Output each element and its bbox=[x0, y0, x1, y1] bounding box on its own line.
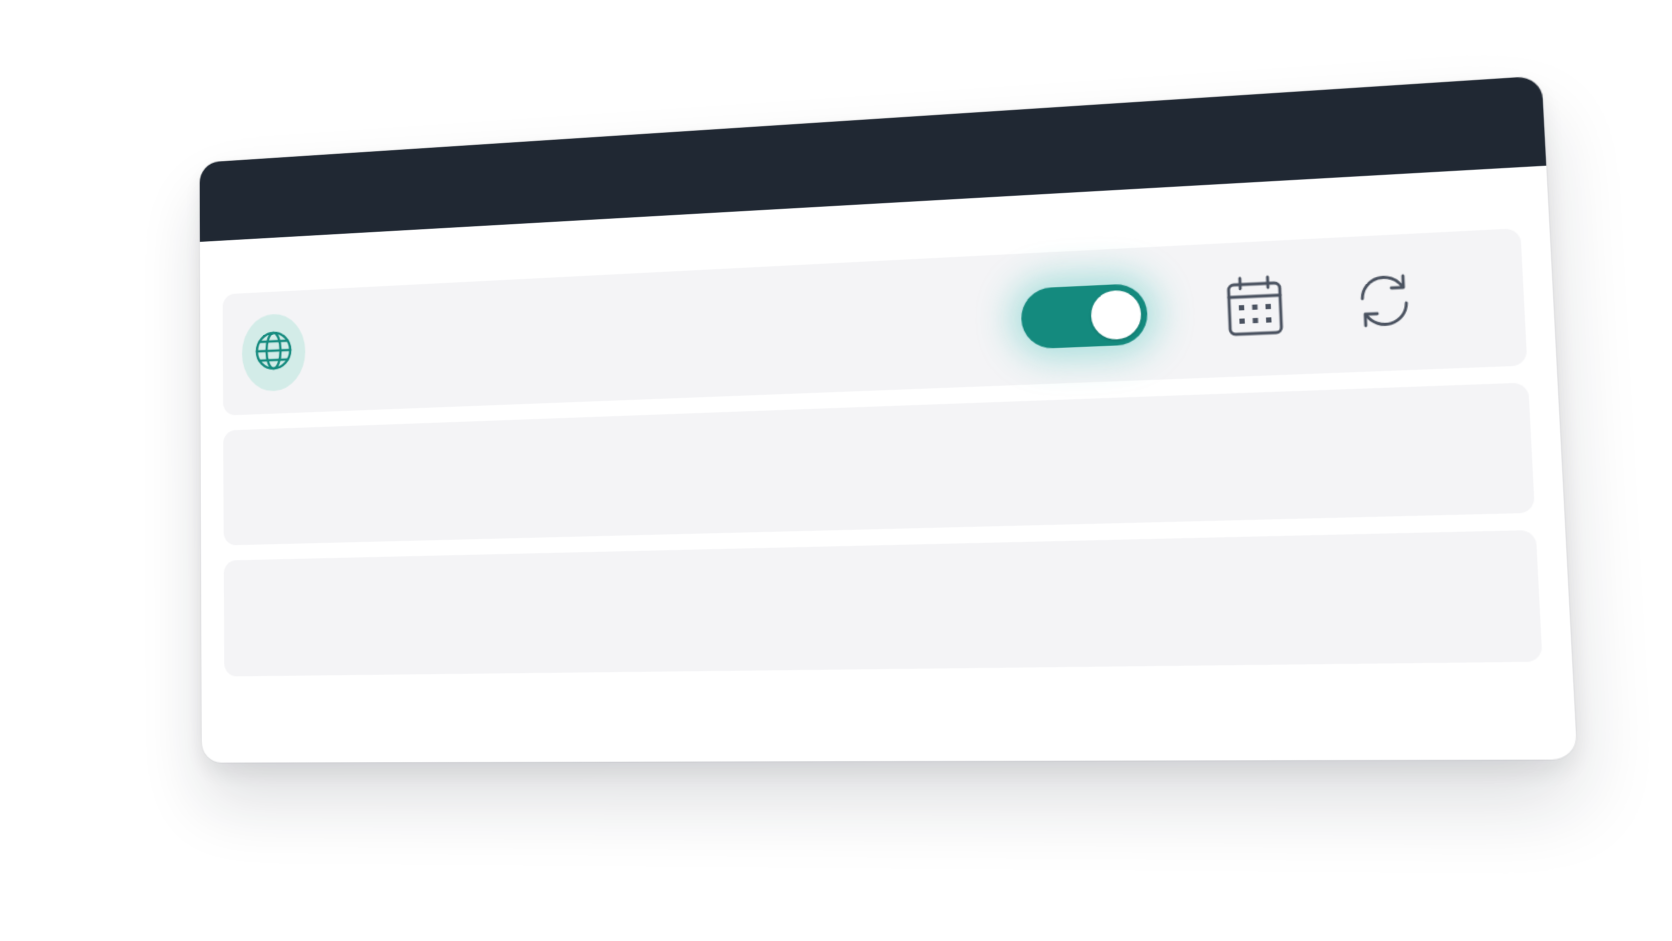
list-item bbox=[223, 530, 1543, 677]
toggle-knob[interactable] bbox=[1090, 289, 1142, 341]
calendar-icon bbox=[1223, 273, 1288, 345]
refresh-button[interactable] bbox=[1348, 268, 1421, 338]
refresh-icon bbox=[1351, 269, 1417, 338]
toggle-switch[interactable] bbox=[1020, 282, 1149, 350]
window-content bbox=[200, 166, 1572, 677]
globe-icon-badge bbox=[241, 312, 306, 393]
stage bbox=[0, 0, 1672, 941]
globe-icon bbox=[252, 327, 294, 379]
calendar-button[interactable] bbox=[1220, 274, 1291, 343]
settings-row bbox=[222, 228, 1528, 416]
app-window bbox=[199, 75, 1578, 763]
